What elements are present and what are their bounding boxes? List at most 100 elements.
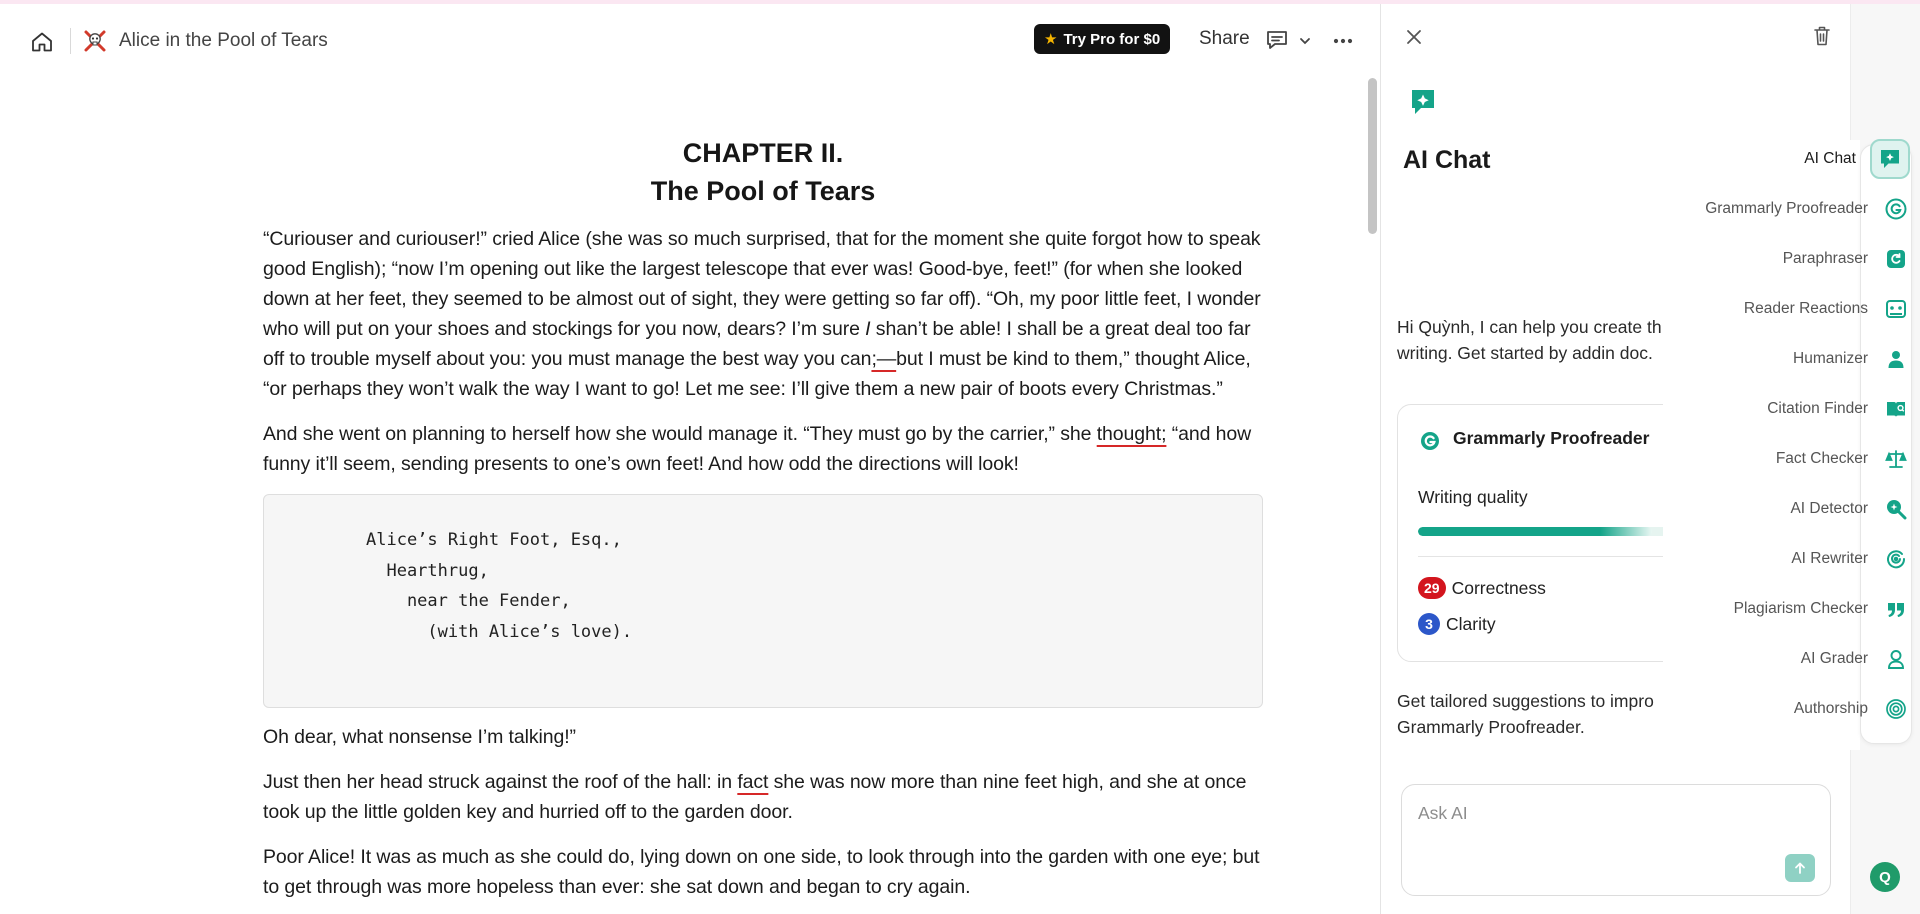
correctness-label: Correctness bbox=[1451, 577, 1546, 598]
document-topbar: Alice in the Pool of Tears ★ Try Pro for… bbox=[0, 4, 1380, 74]
panel-title: AI Chat bbox=[1403, 146, 1491, 174]
ai-chat-logo bbox=[1407, 86, 1439, 118]
paragraph-text: Just then her head struck against the ro… bbox=[263, 771, 738, 793]
send-button[interactable] bbox=[1785, 854, 1815, 882]
grammarly-logo bbox=[1420, 431, 1440, 451]
grammar-error-highlight[interactable]: fact bbox=[737, 771, 768, 793]
tool-label: AI Rewriter bbox=[1791, 550, 1868, 567]
tool-reader-reactions[interactable]: Reader Reactions bbox=[1744, 290, 1910, 328]
grammarly-icon bbox=[1882, 195, 1910, 223]
comments-button[interactable] bbox=[1264, 27, 1290, 53]
chapter-heading: CHAPTER II. The Pool of Tears bbox=[263, 134, 1263, 210]
tool-label: AI Grader bbox=[1800, 650, 1868, 667]
writing-quality-bar-fill bbox=[1418, 527, 1652, 536]
comment-icon bbox=[1267, 31, 1287, 49]
document-area: Alice in the Pool of Tears ★ Try Pro for… bbox=[0, 4, 1380, 914]
tool-label: Authorship bbox=[1793, 700, 1868, 717]
ask-ai-input[interactable] bbox=[1418, 803, 1798, 824]
proofreader-card-title: Grammarly Proofreader bbox=[1453, 428, 1650, 448]
authorship-icon bbox=[1882, 695, 1910, 723]
clear-chat-button[interactable] bbox=[1811, 24, 1833, 48]
grammar-error-highlight[interactable]: ;— bbox=[871, 348, 896, 370]
clarity-label: Clarity bbox=[1446, 613, 1496, 634]
paragraph[interactable]: And she went on planning to herself how … bbox=[263, 419, 1263, 479]
more-horizontal-icon bbox=[1333, 38, 1353, 44]
arrow-up-icon bbox=[1795, 862, 1805, 874]
chevron-down-icon bbox=[1300, 38, 1310, 45]
chapter-title: The Pool of Tears bbox=[650, 176, 876, 206]
tool-label: Grammarly Proofreader bbox=[1705, 200, 1868, 217]
tool-label: AI Detector bbox=[1790, 500, 1868, 517]
paragraph[interactable]: Oh dear, what nonsense I’m talking!” bbox=[263, 722, 1263, 752]
tool-label: Humanizer bbox=[1793, 350, 1868, 367]
tool-label: Citation Finder bbox=[1767, 400, 1868, 417]
topbar-divider bbox=[70, 28, 71, 54]
share-button[interactable]: Share bbox=[1199, 28, 1250, 50]
tool-label: Paraphraser bbox=[1782, 250, 1868, 267]
reader-reactions-icon bbox=[1882, 295, 1910, 323]
home-icon bbox=[32, 32, 52, 52]
paraphraser-icon bbox=[1882, 245, 1910, 273]
tools-menu: AI Chat Grammarly Proofreader Paraphrase… bbox=[1630, 139, 1910, 740]
fact-checker-icon bbox=[1882, 445, 1910, 473]
tool-label: Reader Reactions bbox=[1743, 300, 1868, 317]
close-icon bbox=[1407, 30, 1421, 44]
tool-label: AI Chat bbox=[1804, 150, 1856, 167]
writing-quality-label: Writing quality bbox=[1418, 487, 1528, 507]
paragraph-text: Poor Alice! It was as much as she could … bbox=[263, 846, 1260, 898]
home-button[interactable] bbox=[28, 28, 56, 56]
paragraph-text: And she went on planning to herself how … bbox=[263, 423, 1097, 445]
tool-plagiarism-checker[interactable]: Plagiarism Checker bbox=[1734, 590, 1910, 628]
tool-label: Fact Checker bbox=[1775, 450, 1868, 467]
paragraph[interactable]: “Curiouser and curiouser!” cried Alice (… bbox=[263, 224, 1263, 404]
document-content[interactable]: CHAPTER II. The Pool of Tears “Curiouser… bbox=[263, 134, 1263, 914]
tool-humanizer[interactable]: Humanizer bbox=[1793, 340, 1910, 378]
tool-authorship[interactable]: Authorship bbox=[1794, 690, 1910, 728]
ai-rewriter-icon bbox=[1882, 545, 1910, 573]
grammar-error-highlight[interactable]: thought; bbox=[1097, 423, 1167, 445]
chapter-number: CHAPTER II. bbox=[682, 138, 844, 168]
paragraph-text: Oh dear, what nonsense I’m talking!” bbox=[263, 726, 576, 748]
document-title[interactable]: Alice in the Pool of Tears bbox=[119, 30, 328, 52]
assistant-suggestion-text: Get tailored suggestions to impro Gramma… bbox=[1397, 691, 1654, 737]
try-pro-button[interactable]: ★ Try Pro for $0 bbox=[1034, 24, 1171, 54]
document-scrollbar[interactable] bbox=[1366, 74, 1378, 914]
citation-finder-icon bbox=[1882, 395, 1910, 423]
pirate-flag-icon bbox=[84, 30, 106, 52]
document-scrollbar-thumb[interactable] bbox=[1368, 78, 1377, 234]
ai-chat-logo-icon bbox=[1412, 90, 1434, 114]
clarity-count-badge: 3 bbox=[1418, 613, 1440, 635]
ai-detector-icon bbox=[1882, 495, 1910, 523]
ai-grader-icon bbox=[1882, 645, 1910, 673]
trash-icon bbox=[1814, 26, 1830, 46]
clarity-row[interactable]: 3 Clarity bbox=[1418, 613, 1496, 635]
assistant-greeting: Hi Quỳnh, I can help you create th your … bbox=[1397, 317, 1667, 363]
more-options-button[interactable] bbox=[1330, 28, 1356, 54]
tool-ai-detector[interactable]: AI Detector bbox=[1790, 490, 1910, 528]
tool-label: Plagiarism Checker bbox=[1733, 600, 1868, 617]
tool-paraphraser[interactable]: Paraphraser bbox=[1783, 240, 1910, 278]
document-emoji-icon[interactable] bbox=[82, 28, 108, 54]
code-block[interactable]: Alice’s Right Foot, Esq., Hearthrug, nea… bbox=[263, 494, 1263, 708]
chat-messages: Hi Quỳnh, I can help you create th your … bbox=[1381, 304, 1667, 764]
close-panel-button[interactable] bbox=[1401, 24, 1427, 50]
correctness-row[interactable]: 29 Correctness bbox=[1418, 577, 1546, 599]
user-avatar[interactable]: Q bbox=[1870, 862, 1900, 892]
tool-fact-checker[interactable]: Fact Checker bbox=[1776, 440, 1910, 478]
tool-ai-chat[interactable]: AI Chat bbox=[1804, 139, 1910, 179]
star-icon: ★ bbox=[1044, 31, 1058, 48]
comments-dropdown-button[interactable] bbox=[1298, 34, 1312, 48]
try-pro-label: Try Pro for $0 bbox=[1063, 30, 1161, 48]
ask-ai-box[interactable] bbox=[1401, 784, 1831, 896]
plagiarism-checker-icon bbox=[1882, 595, 1910, 623]
grammarly-icon bbox=[1421, 432, 1439, 450]
tool-citation-finder[interactable]: Citation Finder bbox=[1767, 390, 1910, 428]
correctness-count-badge: 29 bbox=[1418, 577, 1446, 599]
tool-grammarly-proofreader[interactable]: Grammarly Proofreader bbox=[1705, 190, 1910, 228]
ai-chat-icon bbox=[1870, 139, 1910, 179]
proofreader-card[interactable]: Grammarly Proofreader Writing quality 29… bbox=[1397, 404, 1667, 662]
tool-ai-rewriter[interactable]: AI Rewriter bbox=[1791, 540, 1910, 578]
paragraph[interactable]: Just then her head struck against the ro… bbox=[263, 767, 1263, 827]
paragraph[interactable]: Poor Alice! It was as much as she could … bbox=[263, 842, 1263, 902]
tool-ai-grader[interactable]: AI Grader bbox=[1801, 640, 1910, 678]
